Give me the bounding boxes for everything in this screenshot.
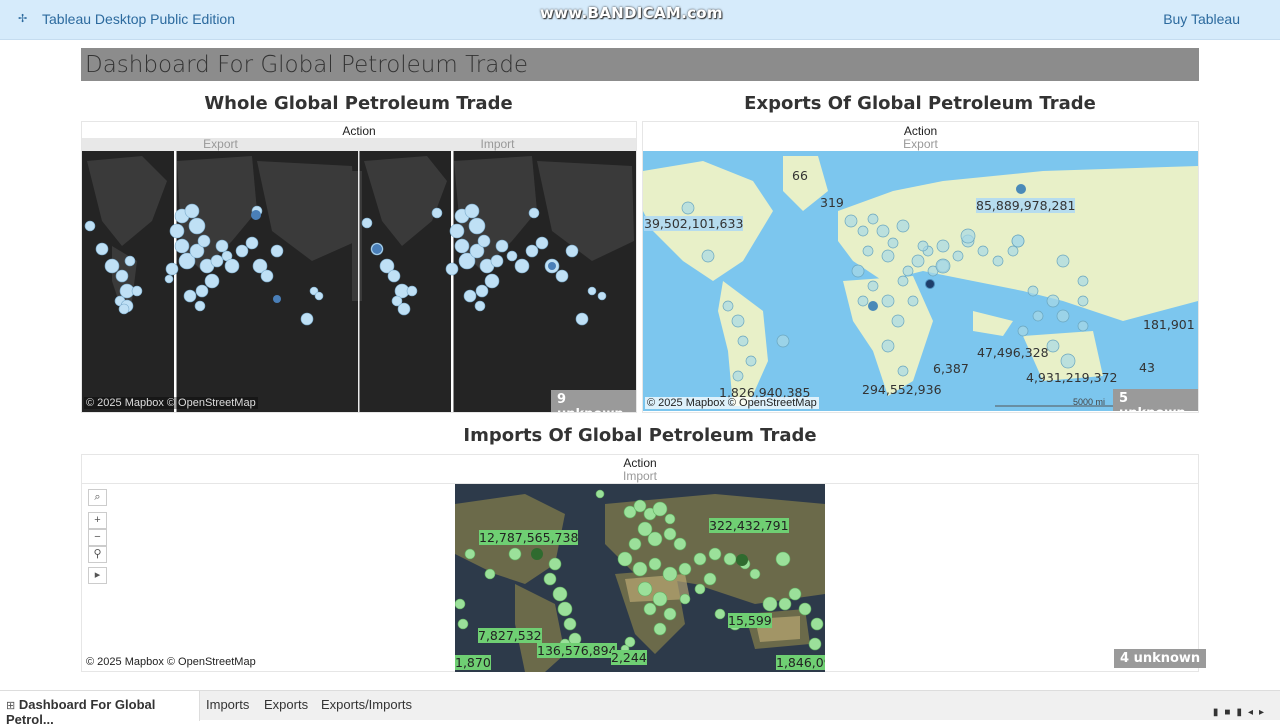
exports-title: Exports Of Global Petroleum Trade — [744, 93, 1096, 114]
view-controls[interactable]: ▮■▮◂▸ — [1213, 707, 1270, 718]
exports-action-header: Action — [903, 124, 938, 138]
imports-map[interactable]: 12,787,565,738 322,432,791 7,827,532 15,… — [455, 484, 825, 672]
imports-label: 12,787,565,738 — [479, 530, 579, 545]
exports-land — [643, 156, 1198, 406]
whole-map-svg — [84, 151, 634, 412]
exports-label: 85,889,978,281 — [976, 198, 1076, 213]
whole-col-import: Import — [480, 137, 515, 151]
whole-trade-map[interactable]: © 2025 Mapbox © OpenStreetMap 9 unknown — [82, 151, 636, 412]
exports-label: 47,496,328 — [977, 345, 1049, 360]
tab-imports[interactable]: Imports — [206, 697, 249, 712]
imports-label: 15,599 — [728, 613, 772, 628]
whole-action-header: Action — [342, 124, 376, 138]
whole-col-export: Export — [203, 137, 238, 151]
exports-label: 39,502,101,633 — [644, 216, 744, 231]
top-bar: ✢ Tableau Desktop Public Edition www.BAN… — [0, 0, 1280, 40]
exports-highlight-point — [926, 280, 934, 288]
exports-col-export: Export — [903, 137, 938, 151]
imports-col-import: Import — [622, 469, 657, 483]
exports-label: 294,552,936 — [862, 382, 942, 397]
exports-scale-text: 5000 mi — [1073, 397, 1106, 407]
whole-map-credit: © 2025 Mapbox © OpenStreetMap — [84, 397, 258, 409]
exports-map-credit: © 2025 Mapbox © OpenStreetMap — [645, 397, 819, 409]
imports-label: 2,244 — [611, 650, 647, 665]
sheet-tabs: ⊞ Dashboard For Global Petrol... Imports… — [0, 690, 1280, 727]
tab-exports-imports[interactable]: Exports/Imports — [321, 697, 412, 712]
imports-map-credit: © 2025 Mapbox © OpenStreetMap — [84, 656, 258, 668]
pin-icon[interactable]: ⚲ — [88, 546, 107, 563]
tab-dashboard-label: Dashboard For Global Petrol... — [6, 697, 156, 727]
exports-label: 43 — [1139, 360, 1155, 375]
exports-label: 319 — [820, 195, 844, 210]
expand-arrow-icon[interactable]: ▸ — [88, 567, 107, 584]
buy-tableau-link[interactable]: Buy Tableau — [1163, 11, 1240, 27]
tab-dashboard[interactable]: ⊞ Dashboard For Global Petrol... — [0, 691, 200, 727]
imports-title: Imports Of Global Petroleum Trade — [463, 425, 817, 446]
recorder-watermark: www.BANDICAM.com — [540, 4, 723, 22]
imports-label: 322,432,791 — [709, 518, 789, 533]
exports-label: 181,901 — [1143, 317, 1195, 332]
tableau-logo-icon: ✢ — [18, 13, 28, 25]
exports-unknown-badge[interactable]: 5 unknown — [1113, 389, 1198, 411]
imports-label: 7,827,532 — [478, 628, 542, 643]
dashboard-grid-icon: ⊞ — [6, 700, 16, 712]
imports-label: 136,576,894 — [537, 643, 617, 658]
imports-label: 1,870 — [455, 655, 491, 670]
imports-action-header: Action — [623, 456, 657, 470]
tab-exports[interactable]: Exports — [264, 697, 308, 712]
exports-label: 66 — [792, 168, 808, 183]
whole-trade-title: Whole Global Petroleum Trade — [204, 93, 513, 114]
exports-map[interactable]: 66 319 39,502,101,633 85,889,978,281 181… — [643, 151, 1198, 411]
exports-label: 4,931,219,372 — [1026, 370, 1118, 385]
zoom-controls: + − ⚲ ▸ — [88, 512, 107, 584]
imports-map-svg — [455, 489, 825, 672]
whole-unknown-badge[interactable]: 9 unknown — [551, 390, 636, 412]
zoom-in-button[interactable]: + — [88, 512, 107, 529]
whole-land — [87, 156, 634, 311]
imports-unknown-badge[interactable]: 4 unknown — [1114, 649, 1207, 668]
zoom-out-button[interactable]: − — [88, 529, 107, 546]
app-title: Tableau Desktop Public Edition — [42, 11, 236, 27]
map-toolbar: ⌕ + − ⚲ ▸ — [88, 489, 107, 584]
search-icon[interactable]: ⌕ — [88, 489, 107, 506]
dashboard-title-bar: Dashboard For Global Petroleum Trade — [81, 48, 1199, 81]
exports-label: 6,387 — [933, 361, 969, 376]
dashboard-title: Dashboard For Global Petroleum Trade — [85, 52, 529, 78]
imports-label: 1,846,09 — [776, 655, 825, 670]
